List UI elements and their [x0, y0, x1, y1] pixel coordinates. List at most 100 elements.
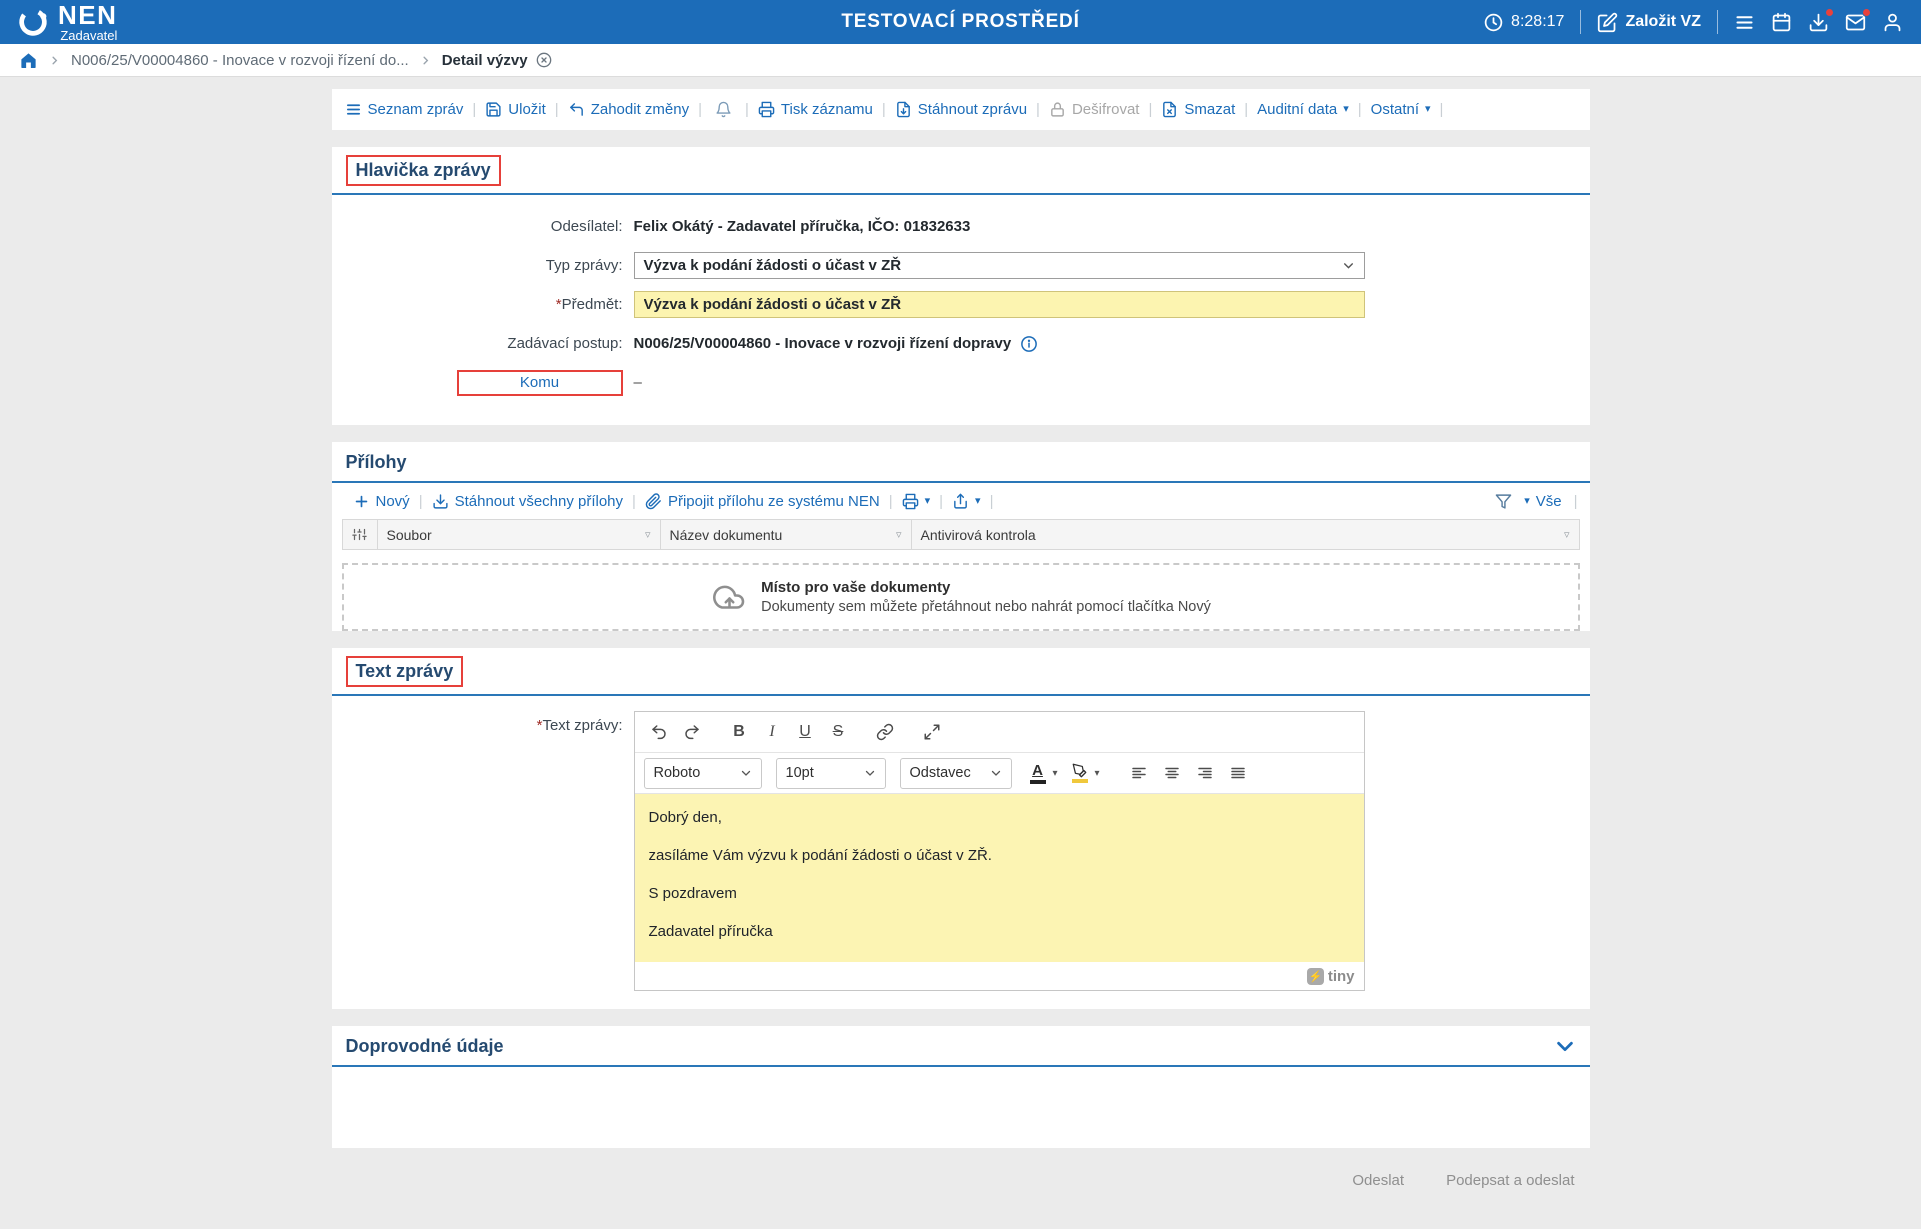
new-attachment-button[interactable]: Nový: [344, 493, 419, 510]
message-type-select[interactable]: Výzva k podání žádosti o účast v ZŘ: [634, 252, 1365, 279]
form-row-message-type: Typ zprávy: Výzva k podání žádosti o úča…: [346, 249, 1576, 282]
toolbar-separator: |: [1440, 101, 1444, 118]
notifications-bell-button[interactable]: [702, 101, 745, 118]
message-body-editable[interactable]: Dobrý den, zasíláme Vám výzvu k podání ž…: [635, 794, 1364, 962]
chevron-down-icon: ▾: [975, 496, 981, 507]
fullscreen-button[interactable]: [917, 717, 948, 747]
send-button[interactable]: Odeslat: [1352, 1172, 1404, 1189]
chevron-down-icon: [740, 767, 752, 779]
print-attachments-menu[interactable]: ▾: [893, 493, 940, 510]
italic-button[interactable]: I: [757, 717, 788, 747]
align-justify-button[interactable]: [1223, 758, 1254, 788]
export-attachments-menu[interactable]: ▾: [943, 493, 990, 510]
save-button[interactable]: Uložit: [476, 101, 555, 118]
strikethrough-button[interactable]: S: [823, 717, 854, 747]
text-color-button[interactable]: A ▾: [1026, 758, 1061, 788]
tinymce-brand-link[interactable]: ⚡ tiny: [1307, 968, 1355, 985]
breadcrumb-current-tab[interactable]: Detail výzvy: [442, 52, 552, 69]
sign-and-send-button[interactable]: Podepsat a odeslat: [1446, 1172, 1574, 1189]
show-all-filter[interactable]: ▾ Vše: [1522, 493, 1563, 510]
app-name: NEN: [58, 2, 117, 28]
align-left-button[interactable]: [1124, 758, 1155, 788]
file-download-icon: [895, 101, 912, 118]
underline-button[interactable]: U: [790, 717, 821, 747]
toolbar-separator: |: [990, 493, 994, 510]
nen-logo[interactable]: NEN Zadavatel: [16, 2, 117, 42]
downloads-button[interactable]: [1808, 12, 1829, 33]
form-row-subject: *Předmět:: [346, 288, 1576, 321]
chevron-down-icon: ▾: [1343, 104, 1349, 115]
column-header-document-name[interactable]: Název dokumentu ▿: [661, 520, 912, 549]
message-list-button[interactable]: Seznam zpráv: [336, 101, 473, 118]
column-header-file[interactable]: Soubor ▿: [378, 520, 661, 549]
other-menu[interactable]: Ostatní ▾: [1362, 101, 1440, 118]
block-format-select[interactable]: Odstavec: [900, 758, 1012, 789]
menu-button[interactable]: [1734, 12, 1755, 33]
profile-button[interactable]: [1882, 12, 1903, 33]
clock-icon: [1483, 12, 1504, 33]
column-header-antivirus[interactable]: Antivirová kontrola ▿: [912, 520, 1579, 549]
chevron-down-icon: [864, 767, 876, 779]
attach-from-nen-button[interactable]: Připojit přílohu ze systému NEN: [636, 493, 889, 510]
align-center-button[interactable]: [1157, 758, 1188, 788]
close-tab-icon[interactable]: [536, 52, 552, 68]
discard-changes-label: Zahodit změny: [591, 101, 689, 118]
font-size-select[interactable]: 10pt: [776, 758, 886, 789]
plus-icon: [353, 493, 370, 510]
audit-data-menu[interactable]: Auditní data ▾: [1248, 101, 1358, 118]
discard-changes-button[interactable]: Zahodit změny: [559, 101, 698, 118]
undo-button[interactable]: [644, 717, 675, 747]
recipients-label: Komu: [520, 374, 559, 391]
decrypt-label: Dešifrovat: [1072, 101, 1140, 118]
section-message-header: Hlavička zprávy Odesílatel: Felix Okátý …: [332, 147, 1590, 425]
section-title: Doprovodné údaje: [346, 1036, 504, 1057]
section-header: Hlavička zprávy: [332, 147, 1590, 195]
attachments-dropzone[interactable]: Místo pro vaše dokumenty Dokumenty sem m…: [342, 563, 1580, 631]
attachments-toolbar: Nový | Stáhnout všechny přílohy | Připoj…: [332, 483, 1590, 519]
column-filter-icon[interactable]: ▿: [1556, 528, 1570, 541]
sender-label: Odesílatel:: [346, 218, 634, 235]
chevron-down-icon: ▾: [1092, 768, 1103, 779]
bold-button[interactable]: B: [724, 717, 755, 747]
redo-button[interactable]: [677, 717, 708, 747]
filter-icon[interactable]: [1495, 493, 1512, 510]
download-message-button[interactable]: Stáhnout zprávu: [886, 101, 1036, 118]
home-button[interactable]: [19, 51, 38, 70]
print-record-button[interactable]: Tisk záznamu: [749, 101, 882, 118]
recipients-picker-link[interactable]: Komu: [457, 370, 623, 396]
decrypt-button[interactable]: Dešifrovat: [1040, 101, 1149, 118]
align-right-button[interactable]: [1190, 758, 1221, 788]
section-header: Text zprávy: [332, 648, 1590, 696]
text-color-glyph: A: [1026, 758, 1050, 788]
highlight-color-glyph: [1068, 758, 1092, 788]
attachments-table-header: Soubor ▿ Název dokumentu ▿ Antivirová ko…: [342, 519, 1580, 550]
info-icon[interactable]: [1020, 335, 1038, 353]
section-title: Hlavička zprávy: [356, 160, 491, 180]
highlight-color-button[interactable]: ▾: [1068, 758, 1103, 788]
recipients-value: –: [634, 374, 642, 391]
download-all-attachments-button[interactable]: Stáhnout všechny přílohy: [423, 493, 632, 510]
collapse-chevron-icon[interactable]: [1554, 1035, 1576, 1057]
messages-button[interactable]: [1845, 12, 1866, 33]
nen-logo-icon: [16, 5, 50, 39]
font-family-select[interactable]: Roboto: [644, 758, 762, 789]
calendar-button[interactable]: [1771, 12, 1792, 33]
column-name-label: Název dokumentu: [670, 527, 783, 543]
delete-button[interactable]: Smazat: [1152, 101, 1244, 118]
calendar-icon: [1771, 12, 1792, 33]
chevron-down-icon: ▾: [925, 496, 931, 507]
column-filter-icon[interactable]: ▿: [637, 528, 651, 541]
chevron-down-icon: ▾: [1425, 104, 1431, 115]
column-filter-icon[interactable]: ▿: [888, 528, 902, 541]
column-settings-button[interactable]: [343, 520, 378, 549]
link-button[interactable]: [870, 717, 901, 747]
additional-data-header[interactable]: Doprovodné údaje: [332, 1026, 1590, 1067]
create-vz-button[interactable]: Založit VZ: [1597, 12, 1701, 33]
tutorial-highlight-box: Hlavička zprávy: [346, 155, 501, 186]
user-icon: [1882, 12, 1903, 33]
chevron-down-icon: [1342, 259, 1355, 272]
breadcrumb-procurement[interactable]: N006/25/V00004860 - Inovace v rozvoji ří…: [71, 52, 409, 69]
subject-input[interactable]: [634, 291, 1365, 318]
printer-icon: [902, 493, 919, 510]
sender-value: Felix Okátý - Zadavatel příručka, IČO: 0…: [634, 218, 971, 235]
